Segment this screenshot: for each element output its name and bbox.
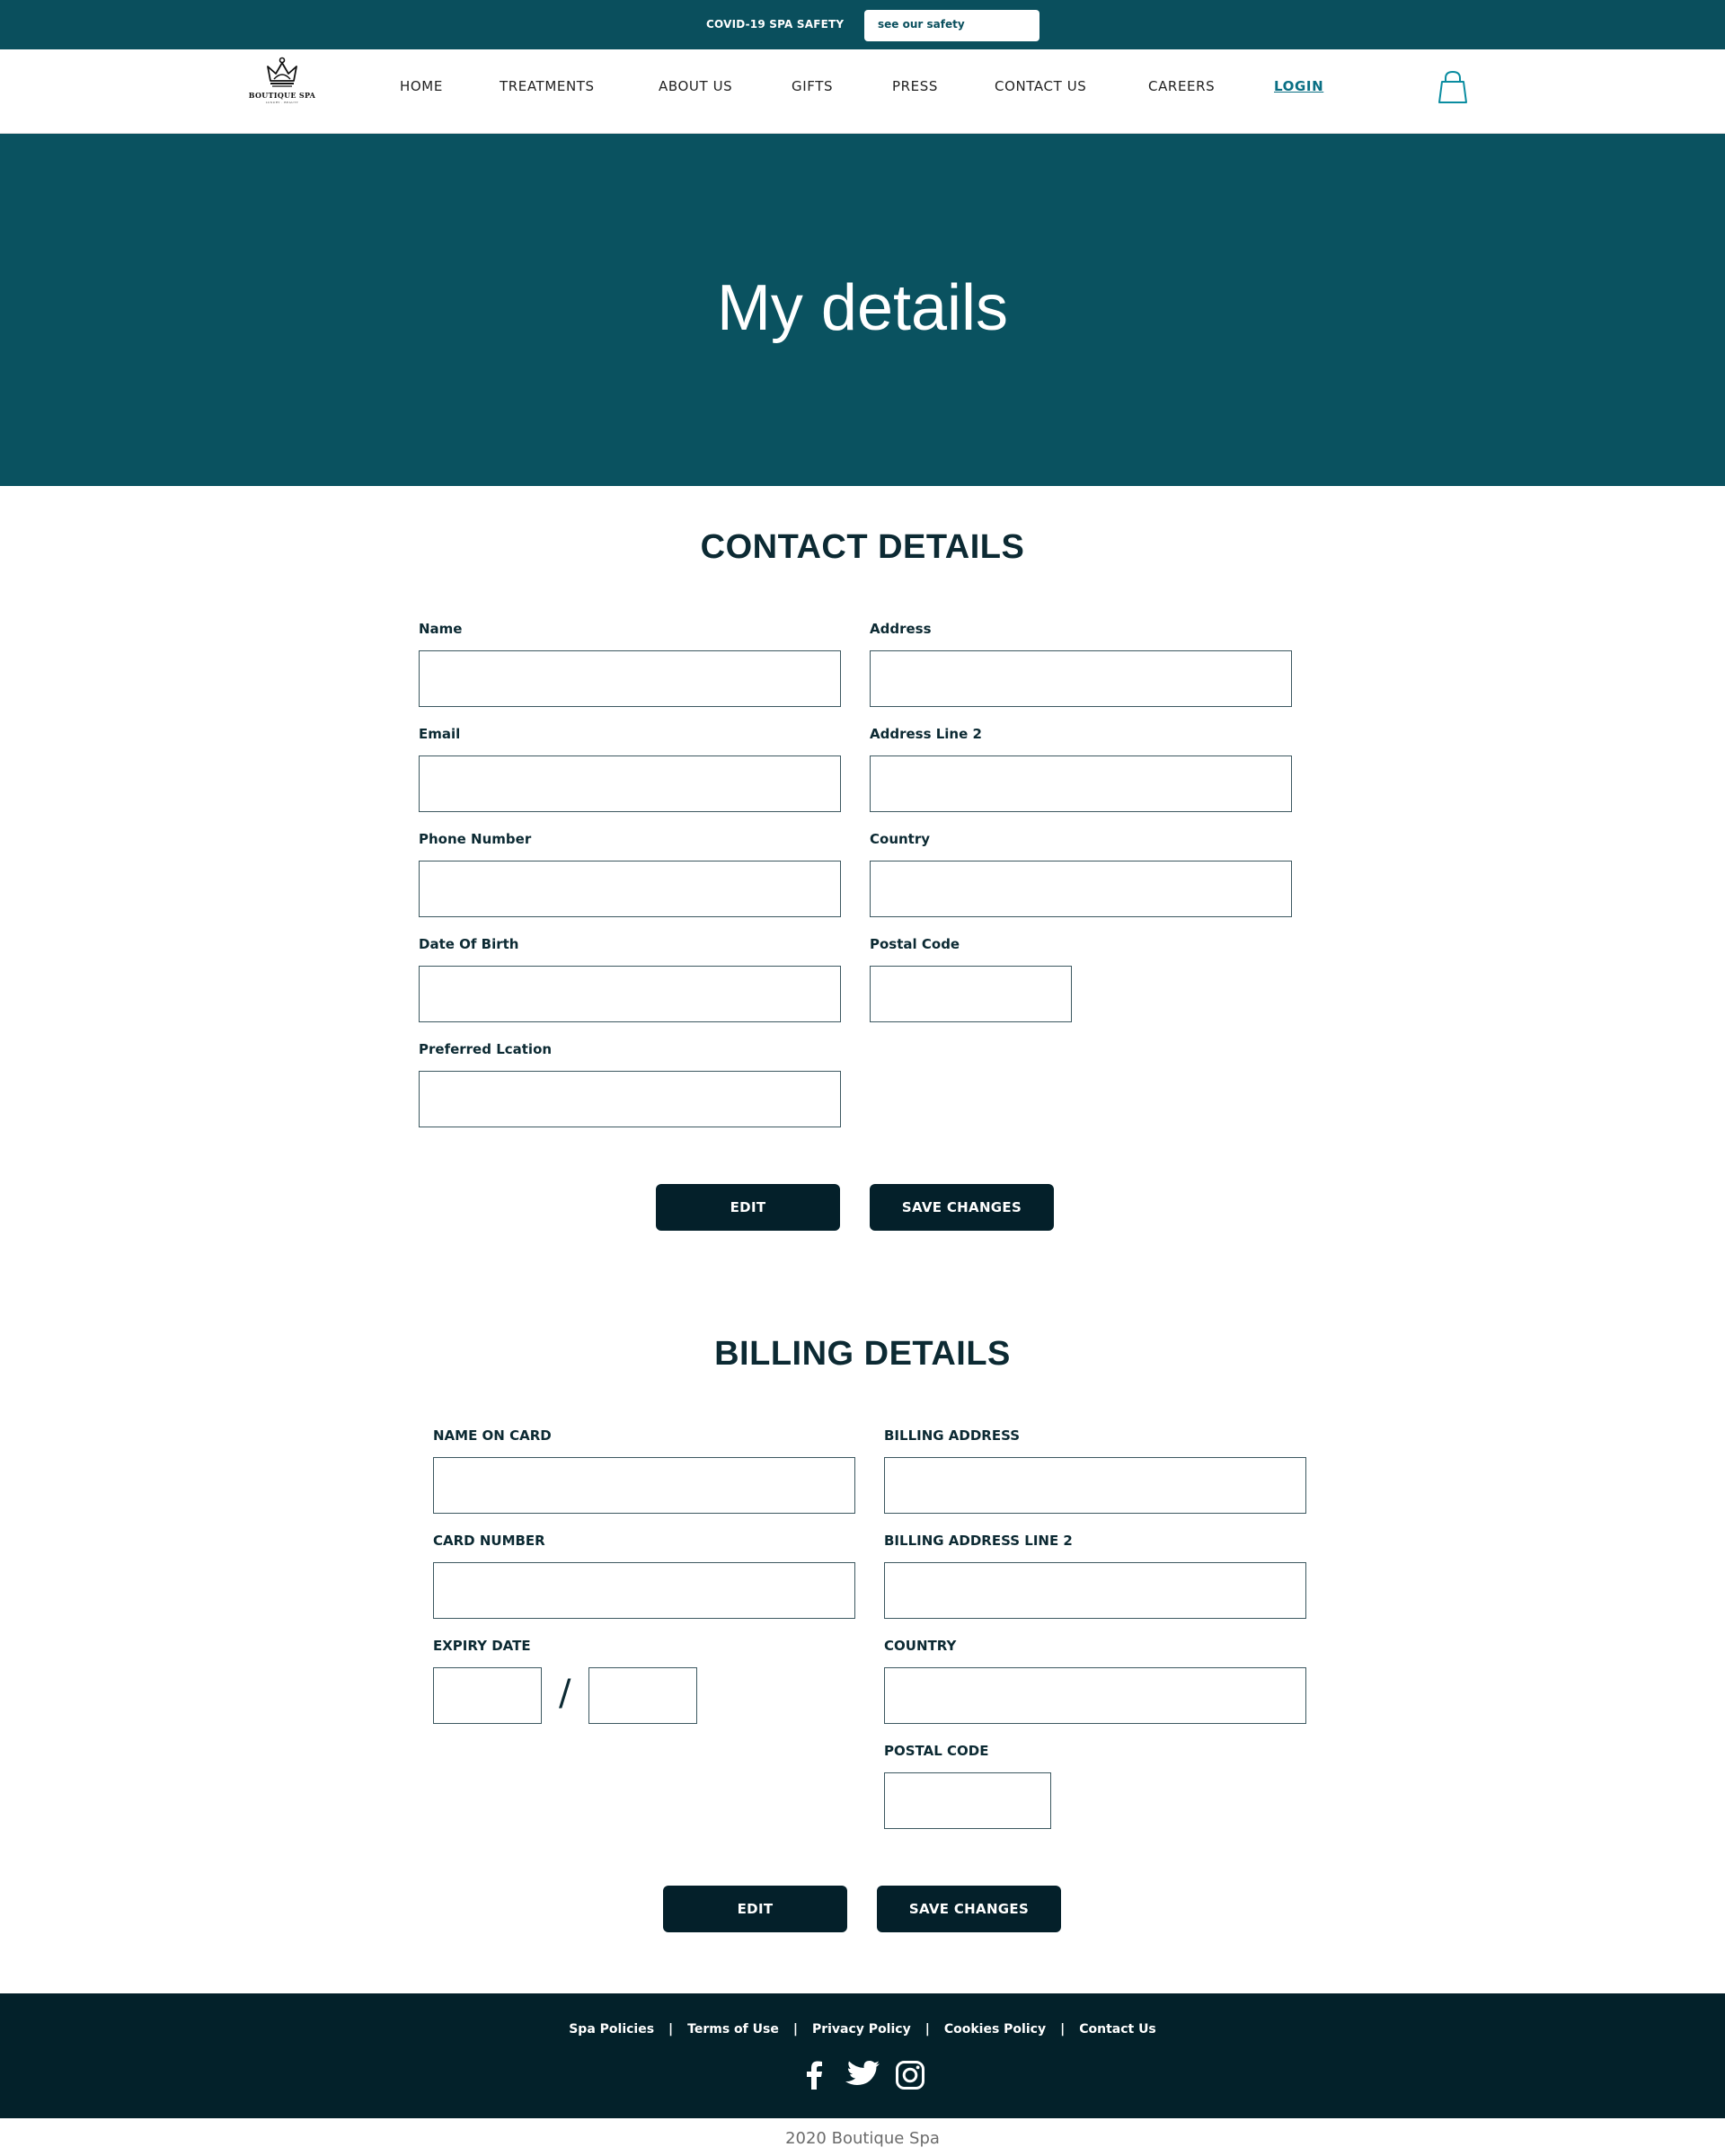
footer-link-privacy[interactable]: Privacy Policy — [812, 2022, 911, 2037]
footer-link-contact-us[interactable]: Contact Us — [1079, 2022, 1156, 2037]
postal-code-label: Postal Code — [870, 936, 960, 952]
postal-code-field[interactable] — [870, 966, 1072, 1022]
footer-links: Spa Policies | Terms of Use | Privacy Policy… — [0, 2022, 1725, 2037]
billing-save-button[interactable]: SAVE CHANGES — [877, 1886, 1061, 1932]
phone-label: Phone Number — [419, 831, 532, 847]
nav-careers[interactable]: CAREERS — [1148, 78, 1215, 94]
instagram-icon[interactable] — [895, 2060, 925, 2094]
billing-postal-code-field[interactable] — [884, 1772, 1051, 1829]
expiry-date-label: EXPIRY DATE — [433, 1638, 531, 1654]
country-field[interactable] — [870, 861, 1292, 917]
footer-separator: | — [668, 2022, 674, 2037]
billing-address-label: BILLING ADDRESS — [884, 1427, 1021, 1444]
site-footer: Spa Policies | Terms of Use | Privacy Policy… — [0, 1993, 1725, 2118]
nav-contact-us[interactable]: CONTACT US — [995, 78, 1086, 94]
card-number-label: CARD NUMBER — [433, 1533, 545, 1549]
phone-field[interactable] — [419, 861, 841, 917]
expiry-separator: / — [559, 1673, 571, 1714]
preferred-location-field[interactable] — [419, 1071, 841, 1127]
nav-treatments[interactable]: TREATMENTS — [500, 78, 595, 94]
name-field[interactable] — [419, 650, 841, 707]
expiry-month-field[interactable] — [433, 1667, 542, 1724]
address-line-2-label: Address Line 2 — [870, 726, 982, 742]
footer-link-terms[interactable]: Terms of Use — [687, 2022, 779, 2037]
logo[interactable]: BOUTIQUE SPA LUXURY · BEAUTY — [244, 56, 320, 119]
crown-icon — [267, 57, 297, 87]
footer-separator: | — [924, 2022, 930, 2037]
footer-separator: | — [1060, 2022, 1066, 2037]
name-on-card-field[interactable] — [433, 1457, 855, 1514]
billing-address-field[interactable] — [884, 1457, 1306, 1514]
contact-details-heading: CONTACT DETAILS — [700, 528, 1025, 566]
hero-banner: My details — [0, 134, 1725, 486]
logo-tagline: LUXURY · BEAUTY — [265, 101, 299, 104]
footer-link-spa-policies[interactable]: Spa Policies — [569, 2022, 654, 2037]
announcement-text: COVID-19 SPA SAFETY — [706, 18, 845, 31]
email-label: Email — [419, 726, 461, 742]
expiry-year-field[interactable] — [588, 1667, 697, 1724]
billing-address-line-2-field[interactable] — [884, 1562, 1306, 1619]
billing-postal-code-label: POSTAL CODE — [884, 1743, 989, 1759]
footer-separator: | — [792, 2022, 798, 2037]
preferred-location-label: Preferred Lcation — [419, 1041, 553, 1057]
logo-name: BOUTIQUE SPA — [248, 91, 316, 100]
social-links — [0, 2060, 1725, 2094]
dob-label: Date Of Birth — [419, 936, 519, 952]
billing-edit-button[interactable]: EDIT — [663, 1886, 847, 1932]
address-field[interactable] — [870, 650, 1292, 707]
footer-link-cookies[interactable]: Cookies Policy — [944, 2022, 1046, 2037]
name-label: Name — [419, 621, 463, 637]
country-label: Country — [870, 831, 931, 847]
page-title: My details — [716, 272, 1009, 344]
dob-field[interactable] — [419, 966, 841, 1022]
billing-country-label: COUNTRY — [884, 1638, 957, 1654]
nav-press[interactable]: PRESS — [892, 78, 938, 94]
email-field[interactable] — [419, 755, 841, 812]
address-line-2-field[interactable] — [870, 755, 1292, 812]
safety-button[interactable]: see our safety — [864, 10, 1039, 41]
nav-gifts[interactable]: GIFTS — [792, 78, 833, 94]
card-number-field[interactable] — [433, 1562, 855, 1619]
address-label: Address — [870, 621, 932, 637]
twitter-icon[interactable] — [845, 2060, 880, 2094]
billing-address-line-2-label: BILLING ADDRESS LINE 2 — [884, 1533, 1073, 1549]
billing-details-heading: BILLING DETAILS — [714, 1335, 1011, 1373]
facebook-icon[interactable] — [800, 2060, 830, 2094]
name-on-card-label: NAME ON CARD — [433, 1427, 552, 1444]
announcement-bar: COVID-19 SPA SAFETY see our safety — [0, 0, 1725, 49]
site-header: BOUTIQUE SPA LUXURY · BEAUTY HOME TREATM… — [0, 49, 1725, 134]
contact-save-button[interactable]: SAVE CHANGES — [870, 1184, 1054, 1231]
contact-edit-button[interactable]: EDIT — [656, 1184, 840, 1231]
nav-login[interactable]: LOGIN — [1274, 78, 1323, 94]
billing-country-field[interactable] — [884, 1667, 1306, 1724]
shopping-bag-icon[interactable] — [1438, 69, 1468, 109]
copyright-text: 2020 Boutique Spa — [785, 2129, 940, 2148]
nav-home[interactable]: HOME — [400, 78, 443, 94]
nav-about-us[interactable]: ABOUT US — [659, 78, 732, 94]
